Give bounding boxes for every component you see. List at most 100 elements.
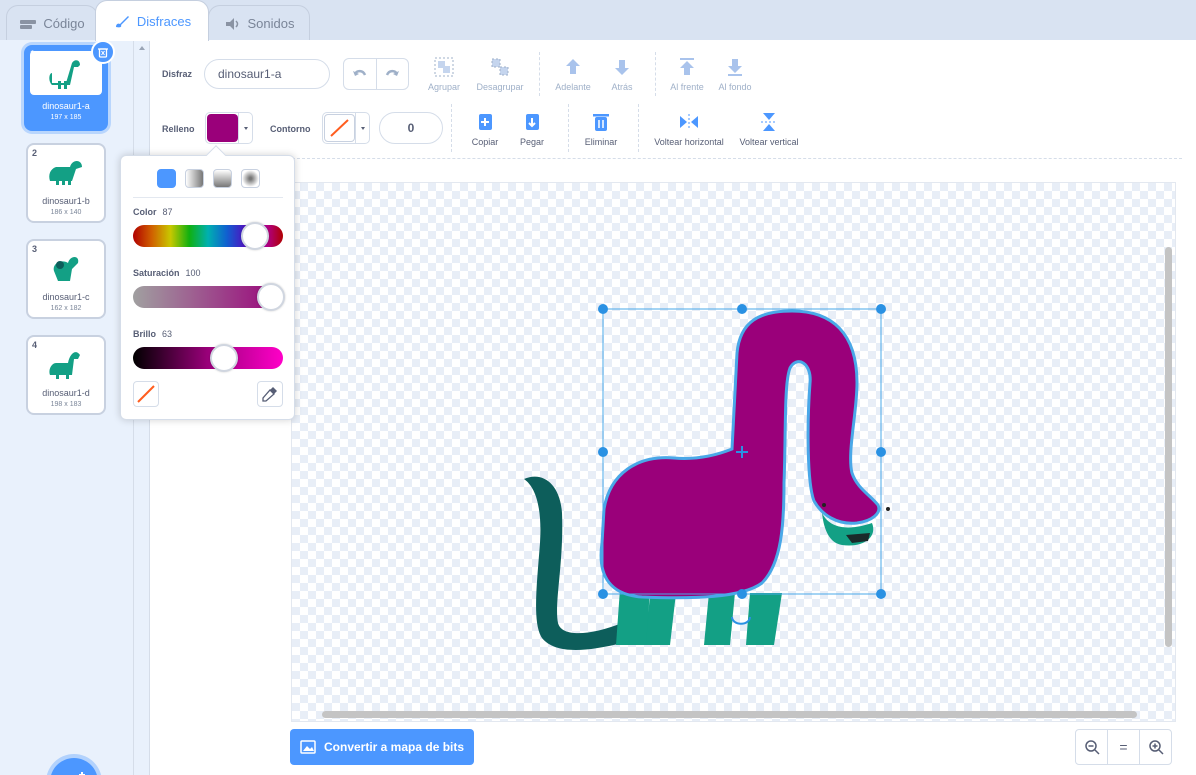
arrow-up-icon — [566, 59, 580, 74]
no-color-icon — [330, 119, 349, 137]
back-button[interactable]: Al fondo — [705, 56, 765, 92]
cat-plus-icon — [79, 772, 85, 775]
costume-item-2[interactable]: 2 dinosaur1-b 186 x 140 — [26, 143, 106, 223]
ungroup-label: Desagrupar — [476, 82, 524, 92]
costume-name-input[interactable]: dinosaur1-a — [204, 59, 330, 89]
costume-number: 1 — [30, 49, 36, 59]
costume-name: dinosaur1-d — [42, 388, 90, 398]
costume-item-1[interactable]: 1 dinosaur1-a 197 x 185 — [24, 40, 115, 131]
tab-code-label: Código — [43, 16, 85, 31]
zoom-in-button[interactable] — [1140, 730, 1171, 764]
bring-front-icon — [680, 58, 694, 75]
zoom-controls: = — [1075, 729, 1172, 765]
fill-dropdown[interactable] — [238, 113, 252, 143]
dinosaur-thumbnail — [49, 161, 82, 185]
drawing-canvas[interactable] — [291, 182, 1176, 722]
code-icon — [20, 19, 37, 29]
delete-label: Eliminar — [584, 137, 618, 147]
redo-button[interactable] — [377, 59, 409, 89]
delete-costume-button[interactable] — [91, 40, 115, 64]
outline-color-button[interactable] — [322, 112, 370, 144]
color-slider-handle[interactable] — [241, 222, 269, 250]
paste-button[interactable]: Pegar — [502, 111, 562, 147]
dinosaur-thumbnail — [53, 257, 79, 281]
flip-horizontal-button[interactable]: Voltear horizontal — [644, 111, 734, 147]
chevron-down-icon — [243, 126, 248, 130]
undo-button[interactable] — [344, 59, 377, 89]
undo-redo-group — [343, 58, 409, 90]
costume-name-label: Disfraz — [162, 69, 193, 79]
outline-width-input[interactable]: 0 — [379, 112, 443, 144]
color-slider-label: Color 87 — [133, 207, 173, 217]
group-button[interactable]: Agrupar — [414, 56, 474, 92]
zoom-in-icon — [1148, 740, 1164, 755]
brightness-slider-handle[interactable] — [210, 344, 238, 372]
zoom-out-button[interactable] — [1076, 730, 1108, 764]
saturation-value: 100 — [185, 268, 201, 278]
tab-sounds-label: Sonidos — [247, 16, 295, 31]
color-picker-popover: Color 87 Saturación 100 Brillo 63 — [120, 145, 295, 420]
paint-editor: Disfraz dinosaur1-a Agrupar Desagrupar A… — [150, 40, 1196, 775]
toolbar-divider — [451, 104, 452, 152]
no-outline-swatch — [324, 114, 355, 142]
vertical-gradient-button[interactable] — [213, 169, 232, 188]
canvas-vertical-scrollbar[interactable] — [1165, 247, 1172, 647]
solid-fill-button[interactable] — [157, 169, 176, 188]
tab-code[interactable]: Código — [6, 5, 98, 41]
costume-thumbnail-bg — [30, 51, 102, 95]
costume-item-3[interactable]: 3 dinosaur1-c 162 x 182 — [26, 239, 106, 319]
eyedropper-button[interactable] — [257, 381, 283, 407]
tab-costumes[interactable]: Disfraces — [95, 0, 209, 41]
convert-to-bitmap-label: Convertir a mapa de bits — [324, 740, 465, 754]
costume-number: 3 — [32, 244, 38, 254]
saturation-slider-handle[interactable] — [257, 283, 285, 311]
costume-name: dinosaur1-a — [42, 101, 90, 111]
fill-label: Relleno — [162, 124, 195, 134]
saturation-slider-label: Saturación 100 — [133, 268, 201, 278]
backward-label: Atrás — [611, 82, 633, 92]
speaker-icon — [225, 17, 238, 30]
trash-icon — [593, 114, 609, 131]
fill-color-swatch — [207, 114, 238, 142]
delete-button[interactable]: Eliminar — [571, 111, 631, 147]
canvas-horizontal-scrollbar[interactable] — [322, 711, 1137, 718]
image-icon — [300, 740, 316, 754]
group-label: Agrupar — [427, 82, 461, 92]
dinosaur-drawing — [524, 304, 890, 650]
costume-size: 186 x 140 — [50, 209, 82, 216]
outline-label: Contorno — [270, 124, 311, 134]
zoom-reset-label: = — [1119, 739, 1128, 755]
saturation-label: Saturación — [133, 268, 180, 278]
costume-item-4[interactable]: 4 dinosaur1-d 198 x 183 — [26, 335, 106, 415]
send-back-icon — [728, 59, 742, 76]
front-label: Al frente — [670, 82, 704, 92]
back-label: Al fondo — [718, 82, 752, 92]
tab-costumes-label: Disfraces — [136, 13, 192, 29]
radial-gradient-button[interactable] — [241, 169, 260, 188]
brightness-slider[interactable] — [133, 347, 283, 369]
costume-number: 4 — [32, 340, 38, 350]
no-color-button[interactable] — [133, 381, 159, 407]
costume-name: dinosaur1-b — [42, 196, 90, 206]
zoom-reset-button[interactable]: = — [1108, 730, 1140, 764]
toolbar-divider — [568, 104, 569, 152]
flip-horizontal-icon — [680, 114, 698, 130]
flip-horizontal-label: Voltear horizontal — [654, 137, 724, 147]
undo-icon — [352, 69, 366, 76]
dinosaur-thumbnail — [49, 60, 80, 89]
horizontal-gradient-button[interactable] — [185, 169, 204, 188]
backward-button[interactable]: Atrás — [592, 56, 652, 92]
tab-sounds[interactable]: Sonidos — [208, 5, 310, 41]
convert-to-bitmap-button[interactable]: Convertir a mapa de bits — [290, 729, 474, 765]
gradient-type-selector — [157, 169, 260, 188]
add-costume-button[interactable] — [50, 758, 98, 775]
redo-icon — [386, 69, 400, 76]
brightness-label: Brillo — [133, 329, 157, 339]
toolbar-divider-line — [292, 158, 1182, 159]
scroll-up-icon — [139, 46, 145, 50]
fill-color-button[interactable] — [205, 112, 253, 144]
flip-vertical-label: Voltear vertical — [739, 137, 799, 147]
flip-vertical-button[interactable]: Voltear vertical — [729, 111, 809, 147]
outline-dropdown[interactable] — [355, 113, 369, 143]
ungroup-button[interactable]: Desagrupar — [470, 56, 530, 92]
